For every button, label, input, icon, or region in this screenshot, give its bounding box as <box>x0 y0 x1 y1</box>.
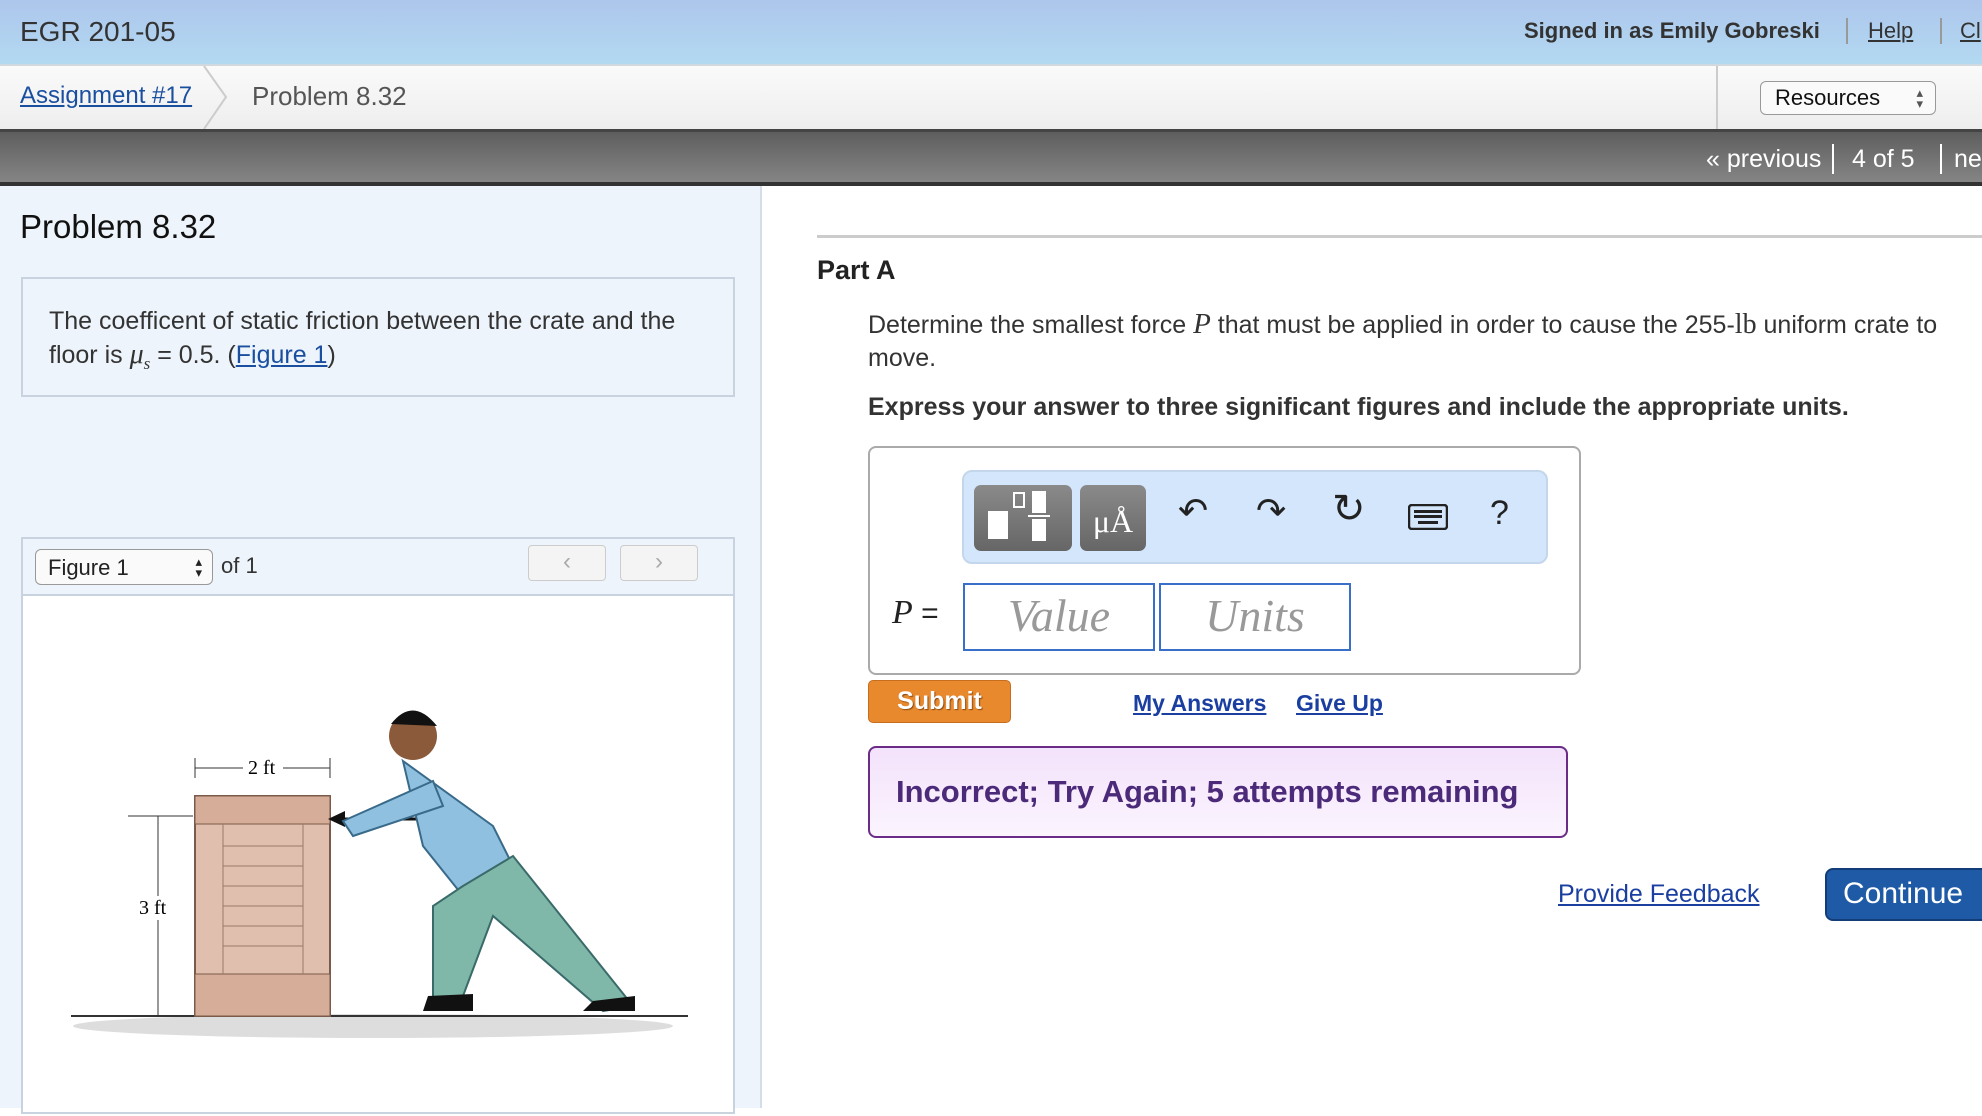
previous-link[interactable]: « previous <box>1706 145 1821 174</box>
value-input[interactable]: Value <box>963 583 1155 651</box>
figure-link[interactable]: Figure 1 <box>236 341 328 369</box>
keyboard-icon[interactable] <box>1408 504 1448 530</box>
question-text: Determine the smallest force P that must… <box>868 308 1982 375</box>
undo-icon[interactable]: ↶ <box>1178 490 1208 532</box>
give-up-link[interactable]: Give Up <box>1296 690 1383 717</box>
question-part: move. <box>868 344 937 372</box>
divider <box>1846 18 1848 44</box>
question-part: that must be applied in order to cause t… <box>1210 311 1735 339</box>
submit-button[interactable]: Submit <box>868 680 1011 723</box>
crate-top-board <box>194 795 331 825</box>
math-toolbar: μÅ ↶ ↷ ↻ ? <box>962 470 1548 564</box>
provide-feedback-link[interactable]: Provide Feedback <box>1558 880 1760 909</box>
select-arrows-icon: ▴ ▾ <box>1916 85 1923 111</box>
position-indicator: 4 of 5 <box>1852 145 1915 173</box>
figure-select[interactable]: Figure 1 ▴ ▾ <box>35 549 213 585</box>
select-arrows-icon: ▴ ▾ <box>195 554 202 580</box>
units-tool-button[interactable]: μÅ <box>1080 485 1146 551</box>
feedback-message: Incorrect; Try Again; 5 attempts remaini… <box>868 746 1568 838</box>
reset-icon[interactable]: ↻ <box>1332 486 1366 532</box>
resources-select[interactable]: Resources ▴ ▾ <box>1760 81 1936 115</box>
close-link[interactable]: Cl <box>1960 18 1981 44</box>
figure-select-label: Figure 1 <box>48 555 129 580</box>
problem-statement: The coefficent of static friction betwee… <box>21 277 735 397</box>
breadcrumb-current: Problem 8.32 <box>252 81 407 111</box>
answer-label: P = <box>892 594 939 632</box>
my-answers-link[interactable]: My Answers <box>1133 690 1266 717</box>
top-header: EGR 201-05 Signed in as Emily Gobreski H… <box>0 0 1982 66</box>
signed-in-text: Signed in as Emily Gobreski <box>1524 18 1820 43</box>
figure-area: 2 ft 3 ft P <box>21 594 735 1114</box>
var-p: P <box>1193 308 1211 340</box>
help-icon[interactable]: ? <box>1490 494 1509 533</box>
breadcrumb: Assignment #17 Problem 8.32 Resources ▴ ▾ <box>0 66 1982 129</box>
divider <box>1832 144 1834 174</box>
redo-icon[interactable]: ↷ <box>1256 490 1286 532</box>
units-input[interactable]: Units <box>1159 583 1351 651</box>
part-title: Part A <box>817 255 896 285</box>
breadcrumb-chevron-icon <box>203 66 228 129</box>
question-part: Determine the smallest force <box>868 311 1194 339</box>
answer-var: P <box>892 594 913 631</box>
figure-count: of 1 <box>221 553 258 578</box>
divider <box>1940 144 1942 174</box>
instruction-text: Express your answer to three significant… <box>868 393 1849 421</box>
question-part: uniform crate to <box>1756 311 1938 339</box>
crate-figure: 2 ft 3 ft P <box>71 710 688 1038</box>
statement-close: ) <box>327 341 336 369</box>
continue-button[interactable]: Continue <box>1825 868 1982 921</box>
divider <box>1940 18 1942 44</box>
help-link[interactable]: Help <box>1868 18 1913 44</box>
resources-label: Resources <box>1775 85 1881 110</box>
course-title: EGR 201-05 <box>20 16 176 47</box>
templates-icon <box>988 491 1050 541</box>
width-label: 2 ft <box>248 757 276 779</box>
figure-next-button[interactable]: › <box>620 545 698 581</box>
height-label: 3 ft <box>139 897 167 919</box>
breadcrumb-assignment-link[interactable]: Assignment #17 <box>20 82 192 110</box>
person <box>341 710 635 1013</box>
templates-button[interactable] <box>974 485 1072 551</box>
statement-value: = 0.5. ( <box>150 341 236 369</box>
mu-symbol: μ <box>129 339 144 370</box>
divider <box>1716 66 1718 129</box>
crate-bottom-board <box>194 973 331 1017</box>
figure-header: Figure 1 ▴ ▾ of 1 ‹ › <box>21 537 735 594</box>
divider <box>817 235 1982 238</box>
answer-box: μÅ ↶ ↷ ↻ ? P = Value Units <box>868 446 1581 675</box>
next-link[interactable]: ne <box>1954 145 1982 174</box>
unit-lb: lb <box>1734 309 1757 340</box>
answer-eq: = <box>912 597 939 630</box>
problem-nav-bar: « previous 4 of 5 ne <box>0 129 1982 186</box>
problem-title: Problem 8.32 <box>20 208 217 245</box>
figure-prev-button[interactable]: ‹ <box>528 545 606 581</box>
floor-shadow <box>73 1014 673 1038</box>
